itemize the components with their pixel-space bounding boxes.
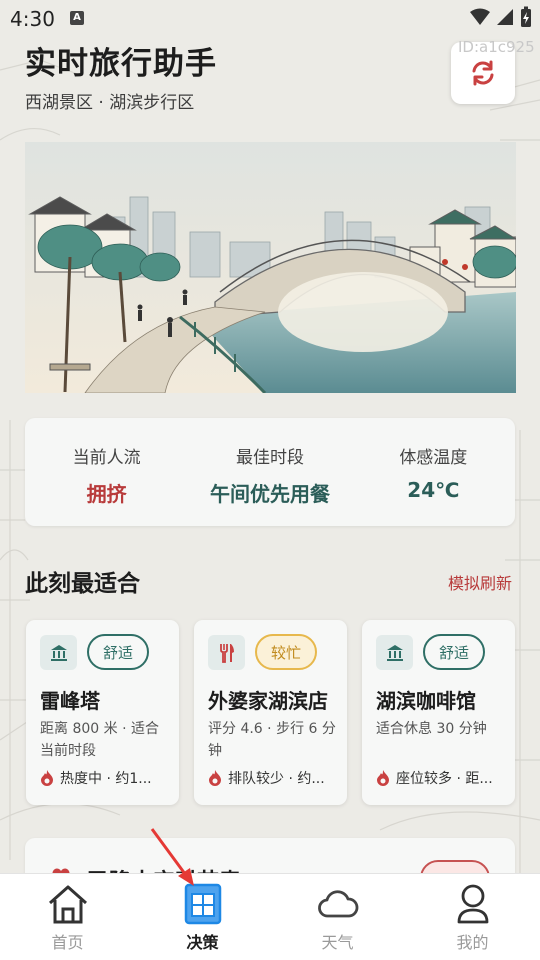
hero-illustration	[25, 142, 516, 393]
place-foot-text: 热度中 · 约1...	[60, 771, 152, 787]
landmark-icon	[376, 635, 413, 670]
tab-profile[interactable]: 我的	[405, 874, 540, 960]
restaurant-icon	[208, 635, 245, 670]
refresh-icon	[472, 60, 494, 86]
flame-icon	[377, 770, 389, 786]
device-id-watermark: ID:a1c925	[458, 38, 535, 56]
recommend-card[interactable]: 较忙 外婆家湖滨店 评分 4.6 · 步行 6 分钟 排队较少 · 约...	[194, 620, 347, 805]
place-name: 雷峰塔	[40, 689, 100, 713]
stat-best-time-label: 最佳时段	[235, 448, 304, 468]
stat-temperature: 体感温度 24℃	[352, 418, 515, 526]
stat-temperature-value: 24℃	[407, 478, 460, 502]
tab-decision-label: 决策	[186, 933, 219, 952]
place-foot: 排队较少 · 约...	[208, 768, 338, 788]
stat-crowd-value: 拥挤	[86, 482, 127, 506]
tab-home-label: 首页	[51, 933, 84, 952]
recommend-card[interactable]: 舒适 湖滨咖啡馆 适合休息 30 分钟 座位较多 · 距...	[362, 620, 515, 805]
recommend-card[interactable]: 舒适 雷峰塔 距离 800 米 · 适合当前时段 热度中 · 约1...	[26, 620, 179, 805]
tab-profile-label: 我的	[456, 933, 489, 952]
place-name: 外婆家湖滨店	[208, 689, 328, 713]
tab-weather-label: 天气	[321, 933, 354, 952]
accessibility-a-icon: A	[70, 11, 84, 25]
profile-icon	[457, 884, 488, 924]
place-foot: 热度中 · 约1...	[40, 768, 170, 788]
decision-icon	[184, 883, 221, 925]
pointer-arrow-icon	[150, 828, 194, 886]
flame-icon	[209, 770, 221, 786]
stat-best-time: 最佳时段 午间优先用餐	[188, 418, 351, 526]
place-desc: 评分 4.6 · 步行 6 分钟	[208, 721, 336, 759]
status-badge: 舒适	[423, 634, 485, 670]
stat-crowd: 当前人流 拥挤	[25, 418, 188, 526]
place-foot-text: 排队较少 · 约...	[228, 771, 325, 787]
simulate-refresh-link[interactable]: 模拟刷新	[448, 570, 512, 594]
status-time: 4:30	[10, 7, 55, 31]
place-foot-text: 座位较多 · 距...	[396, 771, 493, 787]
stat-temperature-label: 体感温度	[399, 448, 468, 468]
place-name: 湖滨咖啡馆	[376, 689, 476, 713]
stats-card: 当前人流 拥挤 最佳时段 午间优先用餐 体感温度 24℃	[25, 418, 515, 526]
wifi-icon	[470, 8, 490, 25]
tab-home[interactable]: 首页	[0, 874, 135, 960]
bottom-tab-bar: 首页 决策 天气 我的	[0, 873, 540, 960]
place-desc: 适合休息 30 分钟	[376, 721, 487, 737]
stat-best-time-value: 午间优先用餐	[209, 482, 330, 506]
cloud-icon	[317, 890, 358, 918]
home-icon	[48, 885, 87, 924]
signal-icon	[497, 9, 513, 25]
status-badge: 较忙	[255, 634, 317, 670]
place-foot: 座位较多 · 距...	[376, 768, 506, 788]
west-lake-bridge-illustration	[25, 142, 516, 393]
landmark-icon	[40, 635, 77, 670]
page-title: 实时旅行助手	[25, 46, 217, 82]
place-desc: 距离 800 米 · 适合当前时段	[40, 721, 159, 759]
tab-weather[interactable]: 天气	[270, 874, 405, 960]
status-bar: 4:30 A	[0, 0, 540, 36]
battery-icon	[521, 6, 531, 27]
flame-icon	[41, 770, 53, 786]
stat-crowd-label: 当前人流	[72, 448, 141, 468]
location-subtitle: 西湖景区 · 湖滨步行区	[25, 93, 195, 113]
section-title: 此刻最适合	[25, 571, 140, 597]
status-badge: 舒适	[87, 634, 149, 670]
